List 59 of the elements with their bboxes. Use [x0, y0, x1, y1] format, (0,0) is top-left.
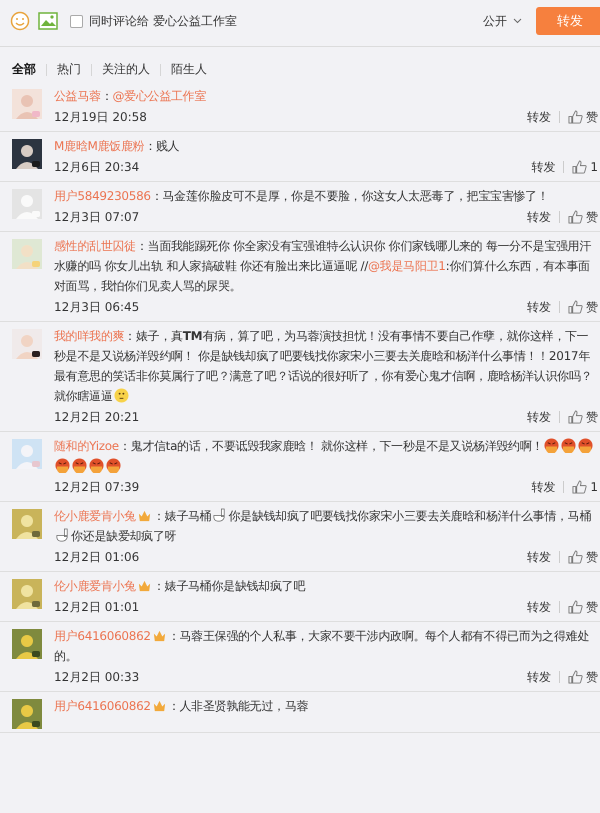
- comment-text: 感性的乱世囚徒：当面我能踢死你 你全家没有宝强谁特么认识你 你们家钱哪儿来的 每一分不是宝强用汗水赚的吗 你女儿出轨 和人家搞破鞋 你还有脸出来比逼逼呢 //@我是马阳卫1:你们算什么东西，有本事面对面骂，我怕你们见卖人骂的尿哭。: [54, 238, 592, 295]
- comment-time: 12月6日 20:34: [54, 158, 140, 176]
- repost-link[interactable]: 转发: [527, 108, 551, 126]
- comment-time: 12月2日 01:01: [54, 598, 140, 616]
- toilet-icon: [55, 528, 70, 543]
- like-button[interactable]: 赞: [568, 548, 598, 566]
- comment-text: 伦小鹿爱肯小兔 ：婊子马桶 你是缺钱却疯了吧要钱找你家宋小三要去关鹿晗和杨洋什么事情，马桶 你还是缺爱却疯了呀: [54, 507, 592, 545]
- angry-face-icon: [72, 458, 87, 473]
- comment-text: 我的咩我的爽：婊子，真TM有病，算了吧，为马蓉演技担忧！没有事情不要自己作孽，就你这样，下一秒是不是又说杨洋毁约啊！ 你是缺钱却疯了吧要钱找你家宋小三要去关鹿晗和杨洋什么事情！！2017年最有意思的笑话非你莫属行了吧？满意了吧？话说的很好听了，你有爱心鬼才信啊，鹿晗杨洋认识你吗？就你瞎逼逼: [54, 328, 594, 405]
- angry-face-icon: [89, 458, 104, 473]
- angry-face-icon: [578, 438, 594, 453]
- filter-tab[interactable]: 陌生人: [171, 61, 207, 78]
- angry-face-icon: [106, 458, 121, 473]
- comment-text: M鹿晗M鹿饭鹿粉：贱人: [54, 138, 180, 155]
- chevron-down-icon: [513, 18, 522, 24]
- comment-text: 公益马蓉：@爱心公益工作室: [54, 88, 208, 105]
- repost-link[interactable]: 转发: [527, 668, 551, 686]
- visibility-dropdown[interactable]: 公开: [483, 12, 522, 30]
- repost-link[interactable]: 转发: [527, 598, 551, 616]
- comment-time: 12月2日 20:21: [54, 408, 140, 426]
- angry-face-icon: [544, 438, 560, 453]
- like-button[interactable]: 赞: [568, 668, 598, 686]
- repost-link[interactable]: 转发: [531, 478, 556, 496]
- comment-time: 12月19日 20:58: [54, 108, 147, 126]
- comment-text: 伦小鹿爱肯小兔 ：婊子马桶你是缺钱却疯了吧: [54, 577, 306, 595]
- comment-time: 12月2日 00:33: [54, 668, 140, 686]
- like-button[interactable]: 赞: [568, 208, 598, 226]
- filter-tab[interactable]: 关注的人: [102, 61, 150, 78]
- like-button[interactable]: 赞: [568, 298, 598, 316]
- checkbox-label: 同时评论给 爱心公益工作室: [89, 12, 237, 30]
- repost-link[interactable]: 转发: [527, 208, 551, 226]
- repost-link[interactable]: 转发: [527, 298, 551, 316]
- comment-text: 用户6416060862 ：人非圣贤孰能无过，马蓉: [54, 697, 310, 715]
- like-button[interactable]: 赞: [568, 598, 598, 616]
- share-checkbox[interactable]: [70, 14, 83, 28]
- comment-time: 12月2日 01:06: [54, 548, 140, 566]
- repost-link[interactable]: 转发: [527, 408, 551, 426]
- toilet-icon: [212, 508, 228, 523]
- like-button[interactable]: 赞: [568, 408, 598, 426]
- repost-link[interactable]: 转发: [527, 548, 551, 566]
- avatar[interactable]: [12, 699, 42, 729]
- comment-time: 12月3日 06:45: [54, 298, 140, 316]
- like-button[interactable]: 赞: [568, 108, 598, 126]
- emoji-icon: [114, 388, 129, 403]
- avatar[interactable]: [12, 329, 42, 359]
- filter-tab[interactable]: 全部: [12, 61, 36, 78]
- avatar[interactable]: [12, 139, 42, 169]
- filter-tab[interactable]: 热门: [57, 61, 81, 78]
- avatar[interactable]: [12, 629, 42, 659]
- image-icon[interactable]: [38, 12, 58, 30]
- emoji-icon[interactable]: [10, 11, 30, 31]
- angry-face-icon: [55, 458, 70, 473]
- comment-text: 随和的Yizoe：鬼才信ta的话，不要诋毁我家鹿晗！ 就你这样，下一秒是不是又说杨洋毁约啊！: [54, 436, 600, 476]
- comment-time: 12月3日 07:07: [54, 208, 140, 226]
- angry-face-icon: [561, 438, 576, 453]
- comment-text: 用户6416060862 ：马蓉王保强的个人私事，大家不要干涉内政啊。每个人都有不得已而为之得难处的。: [54, 627, 590, 665]
- repost-link[interactable]: 转发: [531, 158, 556, 176]
- comment-time: 12月2日 07:39: [54, 478, 140, 496]
- comment-text: 用户5849230586：马金莲你脸皮可不是厚，你是不要脸，你这女人太恶毒了，把宝宝害惨了！: [54, 188, 550, 205]
